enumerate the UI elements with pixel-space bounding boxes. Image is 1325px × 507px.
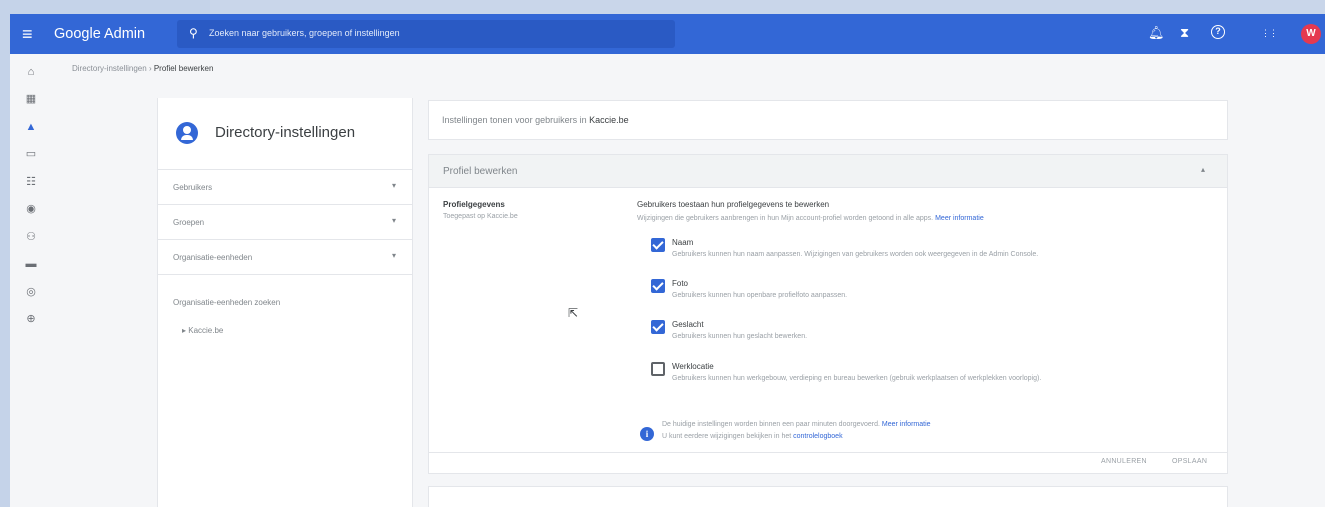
filter-groups-label: Groepen bbox=[173, 218, 205, 227]
chevron-down-icon[interactable]: ▾ bbox=[392, 216, 396, 225]
chevron-down-icon[interactable]: ▾ bbox=[392, 251, 396, 260]
devices-icon[interactable]: ▭ bbox=[24, 147, 38, 161]
info-icon: i bbox=[640, 427, 654, 441]
directory-settings-icon bbox=[176, 122, 198, 144]
save-button[interactable]: OPSLAAN bbox=[1172, 458, 1207, 465]
profile-edit-card: Profiel bewerken ▴ Profielgegevens Toege… bbox=[428, 154, 1228, 474]
cancel-button[interactable]: ANNULEREN bbox=[1101, 458, 1147, 465]
org-unit-search-input[interactable]: Organisatie-eenheden zoeken bbox=[173, 298, 280, 307]
info-line-1: De huidige instellingen worden binnen ee… bbox=[662, 421, 931, 428]
gender-option-desc: Gebruikers kunnen hun geslacht bewerken. bbox=[672, 333, 808, 340]
scope-text: Instellingen tonen voor gebruikers in Ka… bbox=[442, 115, 629, 125]
card-title: Profiel bewerken bbox=[443, 166, 518, 177]
card-header[interactable]: Profiel bewerken ▴ bbox=[429, 155, 1227, 188]
help-icon[interactable]: ? bbox=[1211, 25, 1225, 39]
gender-option-label: Geslacht bbox=[672, 320, 704, 329]
notifications-icon[interactable]: 🔔︎ bbox=[1148, 25, 1165, 41]
info-line-1-text: De huidige instellingen worden binnen ee… bbox=[662, 421, 880, 428]
next-card bbox=[428, 486, 1228, 507]
work-location-option-desc: Gebruikers kunnen hun werkgebouw, verdie… bbox=[672, 375, 1042, 382]
billing-icon[interactable]: ▬ bbox=[24, 257, 38, 271]
groups-icon[interactable]: ⚇ bbox=[24, 230, 38, 244]
app-brand[interactable]: Google Admin bbox=[54, 25, 145, 43]
apps-list-icon[interactable]: ☷ bbox=[24, 175, 38, 189]
filter-users-label: Gebruikers bbox=[173, 183, 213, 192]
breadcrumb-parent[interactable]: Directory-instellingen bbox=[72, 64, 147, 73]
section-label: Profielgegevens bbox=[443, 200, 505, 209]
rules-icon[interactable]: ⊕ bbox=[24, 312, 38, 326]
search-icon[interactable]: ⚲ bbox=[189, 26, 198, 40]
hourglass-icon[interactable]: ⧗ bbox=[1180, 25, 1189, 41]
settings-side-panel: Directory-instellingen Gebruikers ▾ Groe… bbox=[157, 98, 413, 507]
name-checkbox[interactable] bbox=[651, 238, 665, 252]
work-location-checkbox[interactable] bbox=[651, 362, 665, 376]
filter-users[interactable]: Gebruikers ▾ bbox=[158, 170, 412, 205]
org-tree-item[interactable]: ▸ Kaccie.be bbox=[182, 326, 223, 335]
work-location-option-label: Werklocatie bbox=[672, 362, 714, 371]
background-top-strip bbox=[0, 0, 210, 14]
apps-icon[interactable]: ⋮⋮ bbox=[1261, 25, 1278, 41]
scope-org[interactable]: Kaccie.be bbox=[589, 115, 629, 125]
info-line-2: U kunt eerdere wijzigingen bekijken in h… bbox=[662, 433, 843, 440]
admin-app: ≡ Google Admin ⚲ Zoeken naar gebruikers,… bbox=[10, 14, 1325, 507]
account-icon[interactable]: ◎ bbox=[24, 285, 38, 299]
search-input[interactable]: Zoeken naar gebruikers, groepen of inste… bbox=[209, 28, 400, 38]
audit-log-link[interactable]: controlelogboek bbox=[793, 433, 842, 440]
background-left-strip bbox=[0, 0, 10, 507]
photo-option-desc: Gebruikers kunnen hun openbare profielfo… bbox=[672, 292, 848, 299]
side-panel-title: Directory-instellingen bbox=[215, 124, 356, 141]
breadcrumb-current: Profiel bewerken bbox=[153, 64, 214, 73]
breadcrumb-separator: › bbox=[148, 64, 152, 73]
filter-org-units-label: Organisatie-eenheden bbox=[173, 253, 253, 262]
setting-heading: Gebruikers toestaan hun profielgegevens … bbox=[637, 200, 830, 209]
setting-description: Wijzigingen die gebruikers aanbrengen in… bbox=[637, 215, 984, 222]
info-line-2-text: U kunt eerdere wijzigingen bekijken in h… bbox=[662, 433, 792, 440]
avatar[interactable]: W bbox=[1301, 24, 1321, 44]
name-option-desc: Gebruikers kunnen hun naam aanpassen. Wi… bbox=[672, 251, 1039, 258]
info-learn-more-link[interactable]: Meer informatie bbox=[882, 421, 931, 428]
filter-groups[interactable]: Groepen ▾ bbox=[158, 205, 412, 240]
top-app-bar: ≡ Google Admin ⚲ Zoeken naar gebruikers,… bbox=[10, 14, 1325, 54]
filter-org-units[interactable]: Organisatie-eenheden ▾ bbox=[158, 240, 412, 275]
security-icon[interactable]: ◉ bbox=[24, 202, 38, 216]
photo-option-label: Foto bbox=[672, 279, 689, 288]
menu-icon[interactable]: ≡ bbox=[22, 24, 33, 44]
nav-rail: ⌂ ▦ ▲ ▭ ☷ ◉ ⚇ ▬ ◎ ⊕ bbox=[10, 54, 48, 507]
side-panel-header: Directory-instellingen bbox=[158, 98, 412, 170]
home-icon[interactable]: ⌂ bbox=[24, 65, 38, 79]
gender-checkbox[interactable] bbox=[651, 320, 665, 334]
photo-checkbox[interactable] bbox=[651, 279, 665, 293]
users-icon[interactable]: ▲ bbox=[24, 120, 38, 134]
section-sublabel: Toegepast op Kaccie.be bbox=[443, 213, 518, 220]
chevron-down-icon[interactable]: ▾ bbox=[392, 181, 396, 190]
footer-divider bbox=[429, 452, 1227, 453]
search-bar[interactable]: ⚲ Zoeken naar gebruikers, groepen of ins… bbox=[177, 20, 675, 48]
name-option-label: Naam bbox=[672, 238, 694, 247]
scope-prefix: Instellingen tonen voor gebruikers in bbox=[442, 115, 587, 125]
mouse-cursor-icon: ⇱ bbox=[568, 306, 579, 320]
breadcrumb: Directory-instellingen › Profiel bewerke… bbox=[72, 64, 213, 73]
learn-more-link[interactable]: Meer informatie bbox=[935, 215, 984, 222]
scope-card: Instellingen tonen voor gebruikers in Ka… bbox=[428, 100, 1228, 140]
setting-description-text: Wijzigingen die gebruikers aanbrengen in… bbox=[637, 215, 934, 222]
chevron-up-icon[interactable]: ▴ bbox=[1201, 165, 1205, 174]
dashboard-icon[interactable]: ▦ bbox=[24, 92, 38, 106]
